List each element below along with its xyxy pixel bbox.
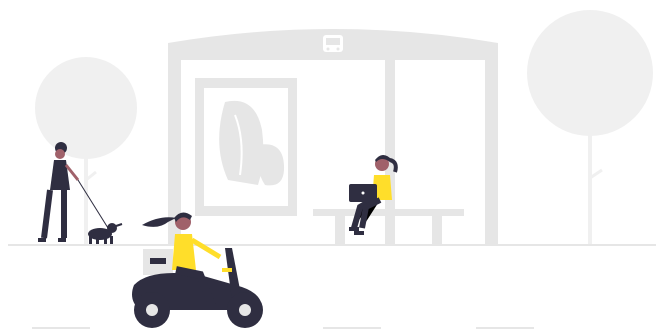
road-line: [32, 327, 534, 329]
tree-left: [35, 57, 137, 245]
bus-stop-illustration: [8, 10, 656, 329]
tree-right: [527, 10, 653, 245]
bus-icon: [323, 35, 343, 52]
woman-riding-scooter: [132, 212, 263, 328]
dog: [88, 223, 123, 244]
illustration-scene: [0, 0, 657, 331]
ground-line: [8, 244, 656, 246]
